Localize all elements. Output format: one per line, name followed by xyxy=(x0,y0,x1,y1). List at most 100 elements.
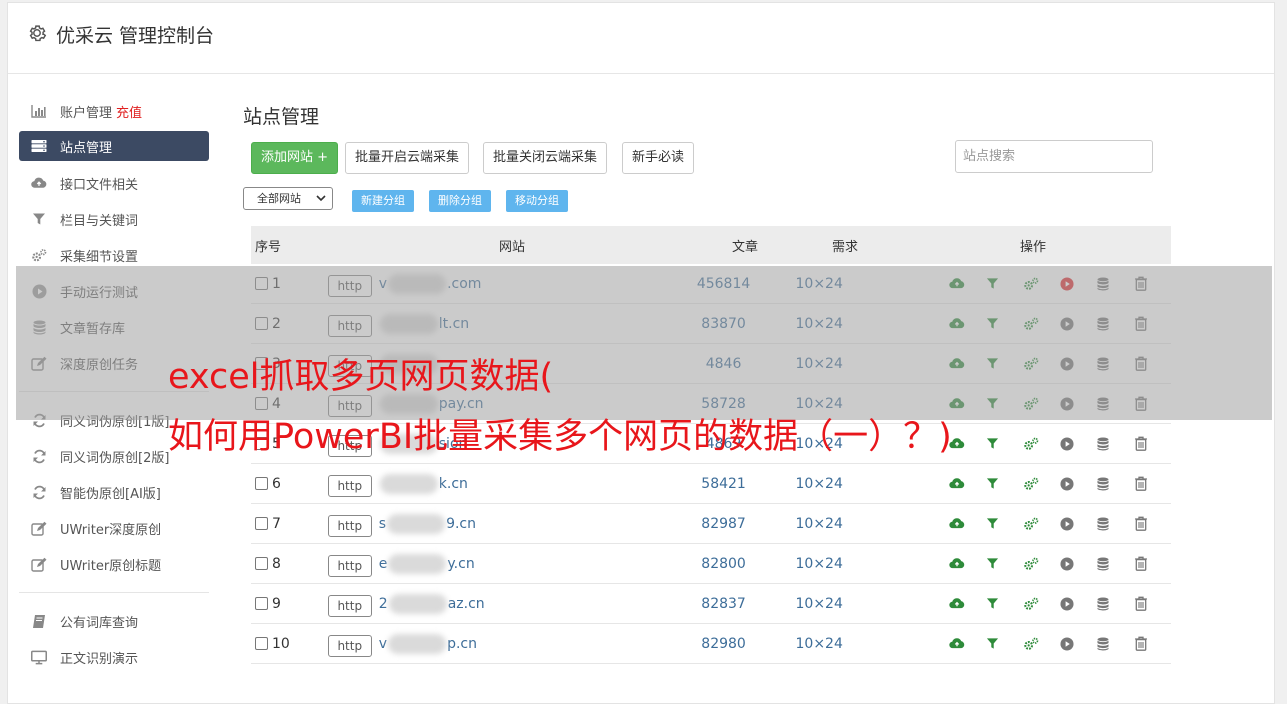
group-select[interactable]: 全部网站 xyxy=(243,187,333,210)
article-count[interactable]: 82987 xyxy=(676,516,772,532)
filter-icon[interactable] xyxy=(986,597,1023,610)
gears-icon[interactable] xyxy=(1023,557,1060,571)
row-number: 7 xyxy=(272,515,281,532)
play-icon[interactable] xyxy=(1060,476,1097,491)
batch-open-cloud-button[interactable]: 批量开启云端采集 xyxy=(345,142,470,174)
play-icon[interactable] xyxy=(1060,516,1097,531)
play-icon[interactable] xyxy=(1060,636,1097,651)
cloud-upload-icon[interactable] xyxy=(949,437,986,450)
sidebar-item[interactable]: 接口文件相关 xyxy=(19,165,209,201)
gears-icon[interactable] xyxy=(1023,637,1060,651)
filter-icon[interactable] xyxy=(986,637,1023,650)
database-icon[interactable] xyxy=(1097,637,1134,651)
row-checkbox[interactable] xyxy=(255,637,268,650)
row-actions xyxy=(867,556,1171,571)
cloud-upload-icon[interactable] xyxy=(949,477,986,490)
site-link[interactable]: e y.cn xyxy=(379,553,475,574)
site-link[interactable]: s 9.cn xyxy=(379,513,476,534)
demand-value[interactable]: 10×24 xyxy=(771,476,867,492)
row-actions xyxy=(867,516,1171,531)
demand-value[interactable]: 10×24 xyxy=(771,596,867,612)
play-icon[interactable] xyxy=(1060,436,1097,451)
cloud-upload-icon xyxy=(31,175,47,191)
sidebar-item-label: UWriter原创标题 xyxy=(60,558,162,574)
database-icon[interactable] xyxy=(1097,517,1134,531)
redacted-blur xyxy=(388,553,447,574)
filter-icon[interactable] xyxy=(986,517,1023,530)
site-suffix: 9.cn xyxy=(446,515,476,532)
recharge-link[interactable]: 充值 xyxy=(116,102,142,121)
sidebar-item-label: UWriter深度原创 xyxy=(60,522,162,538)
site-prefix: 2 xyxy=(378,595,388,612)
row-checkbox[interactable] xyxy=(255,597,268,610)
article-count[interactable]: 58421 xyxy=(676,476,772,492)
sidebar-item[interactable]: 智能伪原创[AI版] xyxy=(19,474,209,510)
sidebar-item[interactable]: UWriter原创标题 xyxy=(19,546,209,582)
demand-value[interactable]: 10×24 xyxy=(771,556,867,572)
filter-icon[interactable] xyxy=(986,557,1023,570)
app-title: 优采云 管理控制台 xyxy=(56,25,215,47)
new-group-button[interactable]: 新建分组 xyxy=(352,190,414,212)
chevron-down-icon xyxy=(316,195,326,202)
sidebar-item[interactable]: UWriter深度原创 xyxy=(19,510,209,546)
trash-icon[interactable] xyxy=(1134,596,1171,611)
trash-icon[interactable] xyxy=(1134,436,1171,451)
row-number: 6 xyxy=(272,475,281,492)
article-count[interactable]: 82980 xyxy=(676,636,772,652)
database-icon[interactable] xyxy=(1097,597,1134,611)
batch-close-cloud-button[interactable]: 批量关闭云端采集 xyxy=(483,142,608,174)
scheme-badge: http xyxy=(327,594,372,617)
table-row: 6 http k.cn 58421 10×24 xyxy=(251,464,1171,504)
demand-value[interactable]: 10×24 xyxy=(771,636,867,652)
row-number: 10 xyxy=(272,635,290,652)
demand-value[interactable]: 10×24 xyxy=(771,516,867,532)
row-number-cell: 9 xyxy=(251,596,326,612)
add-site-button[interactable]: 添加网站 + xyxy=(251,142,339,174)
group-select-value: 全部网站 xyxy=(257,192,301,205)
trash-icon[interactable] xyxy=(1134,636,1171,651)
filter-icon[interactable] xyxy=(986,477,1023,490)
row-checkbox[interactable] xyxy=(255,517,268,530)
table-header: 序号 网站 文章 需求 操作 xyxy=(251,226,1171,264)
gears-icon[interactable] xyxy=(1023,517,1060,531)
gears-icon[interactable] xyxy=(1023,597,1060,611)
overlay-title-line2: 如何用PowerBI批量采集多个网页的数据（一）？) xyxy=(168,417,952,457)
header-ops: 操作 xyxy=(1019,239,1046,255)
sidebar-item-label: 正文识别演示 xyxy=(60,651,139,667)
sidebar-item[interactable]: 账户管理 充值 xyxy=(19,93,209,129)
refresh-icon xyxy=(31,448,47,464)
sidebar-item[interactable]: 正文识别演示 xyxy=(19,639,209,675)
row-checkbox[interactable] xyxy=(255,477,268,490)
play-icon[interactable] xyxy=(1060,556,1097,571)
database-icon[interactable] xyxy=(1097,557,1134,571)
trash-icon[interactable] xyxy=(1134,556,1171,571)
filter-icon[interactable] xyxy=(986,437,1023,450)
gears-icon[interactable] xyxy=(1023,477,1060,491)
newbie-guide-button[interactable]: 新手必读 xyxy=(622,142,695,174)
article-count[interactable]: 82837 xyxy=(676,596,772,612)
article-count[interactable]: 82800 xyxy=(676,556,772,572)
cloud-upload-icon[interactable] xyxy=(949,637,986,650)
row-actions xyxy=(867,636,1171,651)
cloud-upload-icon[interactable] xyxy=(949,557,986,570)
sidebar-item[interactable]: 公有词库查询 xyxy=(19,603,209,639)
cloud-upload-icon[interactable] xyxy=(949,517,986,530)
cloud-upload-icon[interactable] xyxy=(949,597,986,610)
trash-icon[interactable] xyxy=(1134,476,1171,491)
redacted-blur xyxy=(379,473,438,494)
play-icon[interactable] xyxy=(1060,596,1097,611)
site-search-input[interactable]: 站点搜索 xyxy=(955,140,1153,173)
row-checkbox[interactable] xyxy=(255,557,268,570)
sidebar-item[interactable]: 栏目与关键词 xyxy=(19,201,209,237)
database-icon[interactable] xyxy=(1097,477,1134,491)
database-icon[interactable] xyxy=(1097,437,1134,451)
trash-icon[interactable] xyxy=(1134,516,1171,531)
delete-group-button[interactable]: 删除分组 xyxy=(429,190,491,212)
sidebar-item[interactable]: 站点管理 xyxy=(19,131,209,161)
site-cell: http e y.cn xyxy=(326,551,676,577)
site-link[interactable]: v p.cn xyxy=(379,633,477,654)
move-group-button[interactable]: 移动分组 xyxy=(506,190,568,212)
gears-icon[interactable] xyxy=(1023,437,1060,451)
site-link[interactable]: 2 az.cn xyxy=(378,593,485,614)
site-link[interactable]: k.cn xyxy=(379,473,468,494)
